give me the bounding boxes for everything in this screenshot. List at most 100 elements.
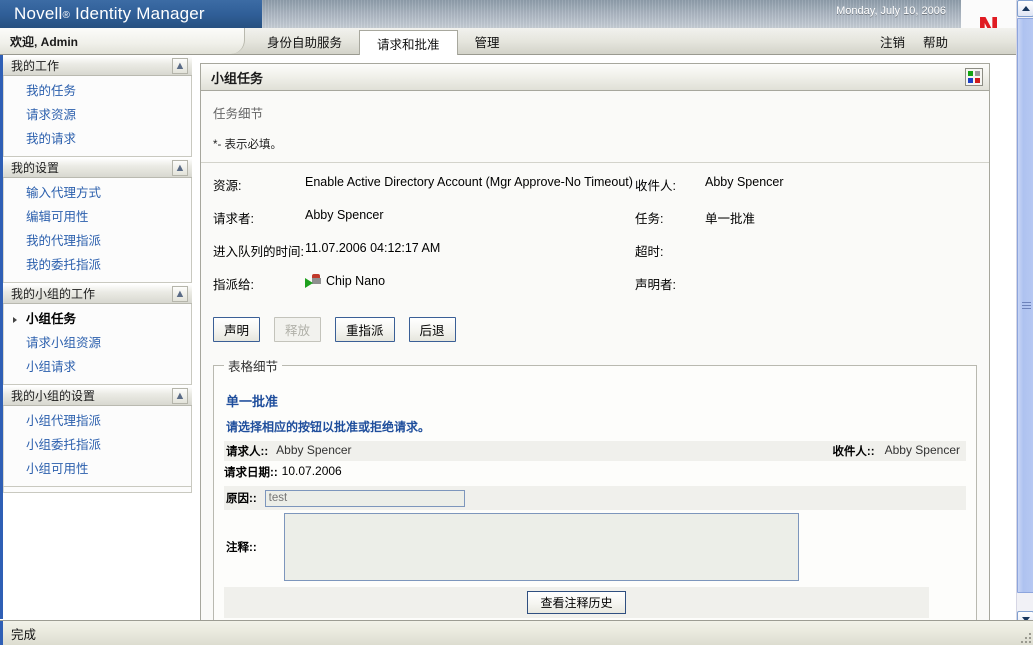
grid-view-icon[interactable] <box>965 68 983 86</box>
tab-requests-and-approvals[interactable]: 请求和批准 <box>359 30 458 56</box>
form-row-requester: 请求人:: Abby Spencer 收件人:: Abby Spencer <box>224 441 966 461</box>
detail-label-timeout: 超时: <box>635 245 664 259</box>
sidebar-item-team-proxy-assignments[interactable]: 小组代理指派 <box>4 409 191 433</box>
sidebar-item-team-availability[interactable]: 小组可用性 <box>4 457 191 481</box>
brand-block: Novell® Identity Manager <box>0 0 262 28</box>
user-proxy-icon-gray <box>312 278 321 284</box>
nav-items-my-work: 我的任务 请求资源 我的请求 <box>3 76 192 156</box>
sidebar-item-my-tasks[interactable]: 我的任务 <box>4 79 191 103</box>
nav-header-my-team-work[interactable]: 我的小组的工作 ▲ <box>3 283 192 304</box>
scroll-up-icon[interactable] <box>1017 0 1033 17</box>
panel-header: 小组任务 <box>201 64 989 91</box>
sidebar-item-request-team-resources[interactable]: 请求小组资源 <box>4 331 191 355</box>
reassign-button[interactable]: 重指派 <box>335 317 395 342</box>
sidebar-item-my-proxy-assignments[interactable]: 我的代理指派 <box>4 229 191 253</box>
panel-subheader: 任务细节 *- 表示必填。 <box>201 91 989 163</box>
form-details-fieldset: 表格细节 单一批准 请选择相应的按钮以批准或拒绝请求。 请求人:: Abby S… <box>213 356 977 620</box>
grid-cell-gray-1 <box>975 71 980 76</box>
detail-label-task: 任务: <box>635 212 664 226</box>
body-row: 我的工作 ▲ 我的任务 请求资源 我的请求 我的设置 ▲ 输入代理方式 编辑可用… <box>0 55 1016 620</box>
sidebar-item-team-requests[interactable]: 小组请求 <box>4 355 191 379</box>
detail-label-assigned-to: 指派给: <box>213 278 254 292</box>
form-row-reason: 原因:: <box>224 486 966 510</box>
form-details-legend: 表格细节 <box>228 360 279 374</box>
nav-header-my-work[interactable]: 我的工作 ▲ <box>3 55 192 76</box>
detail-value-assigned-to-wrap: Chip Nano <box>305 274 635 288</box>
sidebar-item-request-resource[interactable]: 请求资源 <box>4 103 191 127</box>
sidebar-item-enter-proxy-mode[interactable]: 输入代理方式 <box>4 181 191 205</box>
vertical-scrollbar[interactable] <box>1016 0 1033 628</box>
resize-grip-icon[interactable] <box>1019 631 1031 643</box>
detail-label-resource: 资源: <box>213 179 242 193</box>
sidebar-item-my-delegate-assignments[interactable]: 我的委托指派 <box>4 253 191 277</box>
chevron-up-icon[interactable]: ▲ <box>172 388 188 404</box>
nav-header-my-team-settings[interactable]: 我的小组的设置 ▲ <box>3 385 192 406</box>
nav-group-my-settings: 我的设置 ▲ 输入代理方式 编辑可用性 我的代理指派 我的委托指派 <box>3 157 192 283</box>
nav-header-my-settings[interactable]: 我的设置 ▲ <box>3 157 192 178</box>
detail-value-requester: Abby Spencer <box>305 208 384 222</box>
scrollbar-grip-icon <box>1022 301 1031 310</box>
back-button[interactable]: 后退 <box>408 317 456 342</box>
form-row-comment: 注释:: <box>224 513 966 581</box>
current-date: Monday, July 10, 2006 <box>836 5 946 17</box>
detail-value-task: 单一批准 <box>705 212 756 226</box>
detail-row-assigned-to: 指派给: Chip Nano 声明者: <box>213 274 989 293</box>
brand-title: Novell® Identity Manager <box>14 4 205 24</box>
form-title: 单一批准 <box>226 394 279 409</box>
welcome-label: 欢迎, Admin <box>10 35 78 49</box>
chevron-up-icon[interactable]: ▲ <box>172 58 188 74</box>
status-bar-text: 完成 <box>11 627 37 642</box>
task-action-buttons: 声明 释放 重指派 后退 <box>201 313 989 356</box>
form-row-spacer <box>357 441 825 461</box>
top-links: 注销 帮助 <box>880 28 948 55</box>
form-label-recipient: 收件人:: <box>824 441 883 461</box>
nav-group-my-work: 我的工作 ▲ 我的任务 请求资源 我的请求 <box>3 55 192 157</box>
detail-value-resource: Enable Active Directory Account (Mgr App… <box>305 175 633 189</box>
form-reason-fill <box>464 487 966 509</box>
masthead: Novell® Identity Manager Monday, July 10… <box>0 0 1016 55</box>
tab-list: 身份自助服务 请求和批准 管理 <box>250 28 517 56</box>
grid-cell-green <box>968 71 973 76</box>
status-bar: 完成 <box>0 620 1033 645</box>
scrollbar-thumb[interactable] <box>1017 18 1033 593</box>
grid-cell-red <box>975 78 980 83</box>
team-tasks-panel: 小组任务 任务细节 *- 表示必填。 资源: Enable Active Dir… <box>200 63 990 620</box>
chevron-up-icon[interactable]: ▲ <box>172 160 188 176</box>
comment-textarea[interactable] <box>284 513 799 581</box>
page-title: 小组任务 <box>211 70 264 86</box>
nav-items-my-team-work: 小组任务 请求小组资源 小组请求 <box>3 304 192 384</box>
sidebar-item-my-requests[interactable]: 我的请求 <box>4 127 191 151</box>
detail-label-queued-time: 进入队列的时间: <box>213 245 304 259</box>
tab-strip: 欢迎, Admin 身份自助服务 请求和批准 管理 注销 帮助 <box>0 28 1016 56</box>
comment-history-row: 查看注释历史 <box>224 587 929 618</box>
detail-value-assigned-to: Chip Nano <box>326 274 386 288</box>
form-label-comment: 注释:: <box>226 542 257 554</box>
detail-value-queued-time: 11.07.2006 04:12:17 AM <box>305 241 441 255</box>
registered-mark: ® <box>62 10 71 21</box>
sidebar-item-edit-availability[interactable]: 编辑可用性 <box>4 205 191 229</box>
chevron-up-icon[interactable]: ▲ <box>172 286 188 302</box>
view-comment-history-button[interactable]: 查看注释历史 <box>527 591 626 614</box>
help-link[interactable]: 帮助 <box>923 32 948 51</box>
nav-items-my-settings: 输入代理方式 编辑可用性 我的代理指派 我的委托指派 <box>3 178 192 282</box>
page-content: Novell® Identity Manager Monday, July 10… <box>0 0 1016 620</box>
form-row-request-date: 请求日期:: 10.07.2006 <box>224 464 966 480</box>
claim-button[interactable]: 声明 <box>213 317 261 342</box>
brand-name: Novell <box>14 4 63 23</box>
logout-link[interactable]: 注销 <box>880 32 905 51</box>
form-details-wrap: 表格细节 单一批准 请选择相应的按钮以批准或拒绝请求。 请求人:: Abby S… <box>201 356 989 620</box>
nav-header-label: 我的小组的工作 <box>11 287 96 301</box>
nav-header-label: 我的小组的设置 <box>11 389 96 403</box>
sidebar-item-team-tasks[interactable]: 小组任务 <box>4 307 191 331</box>
tab-identity-self-service[interactable]: 身份自助服务 <box>250 28 359 55</box>
grid-cell-blue <box>968 78 973 83</box>
sidebar-tail <box>3 487 192 493</box>
task-detail-subtitle: 任务细节 <box>213 107 264 121</box>
sidebar-item-team-delegate-assignments[interactable]: 小组委托指派 <box>4 433 191 457</box>
browser-window: Novell® Identity Manager Monday, July 10… <box>0 0 1033 645</box>
tab-administration[interactable]: 管理 <box>458 28 517 55</box>
nav-group-my-team-work: 我的小组的工作 ▲ 小组任务 请求小组资源 小组请求 <box>3 283 192 385</box>
nav-group-my-team-settings: 我的小组的设置 ▲ 小组代理指派 小组委托指派 小组可用性 <box>3 385 192 487</box>
form-label-request-date: 请求日期:: <box>224 467 278 479</box>
reason-input[interactable] <box>264 489 465 507</box>
